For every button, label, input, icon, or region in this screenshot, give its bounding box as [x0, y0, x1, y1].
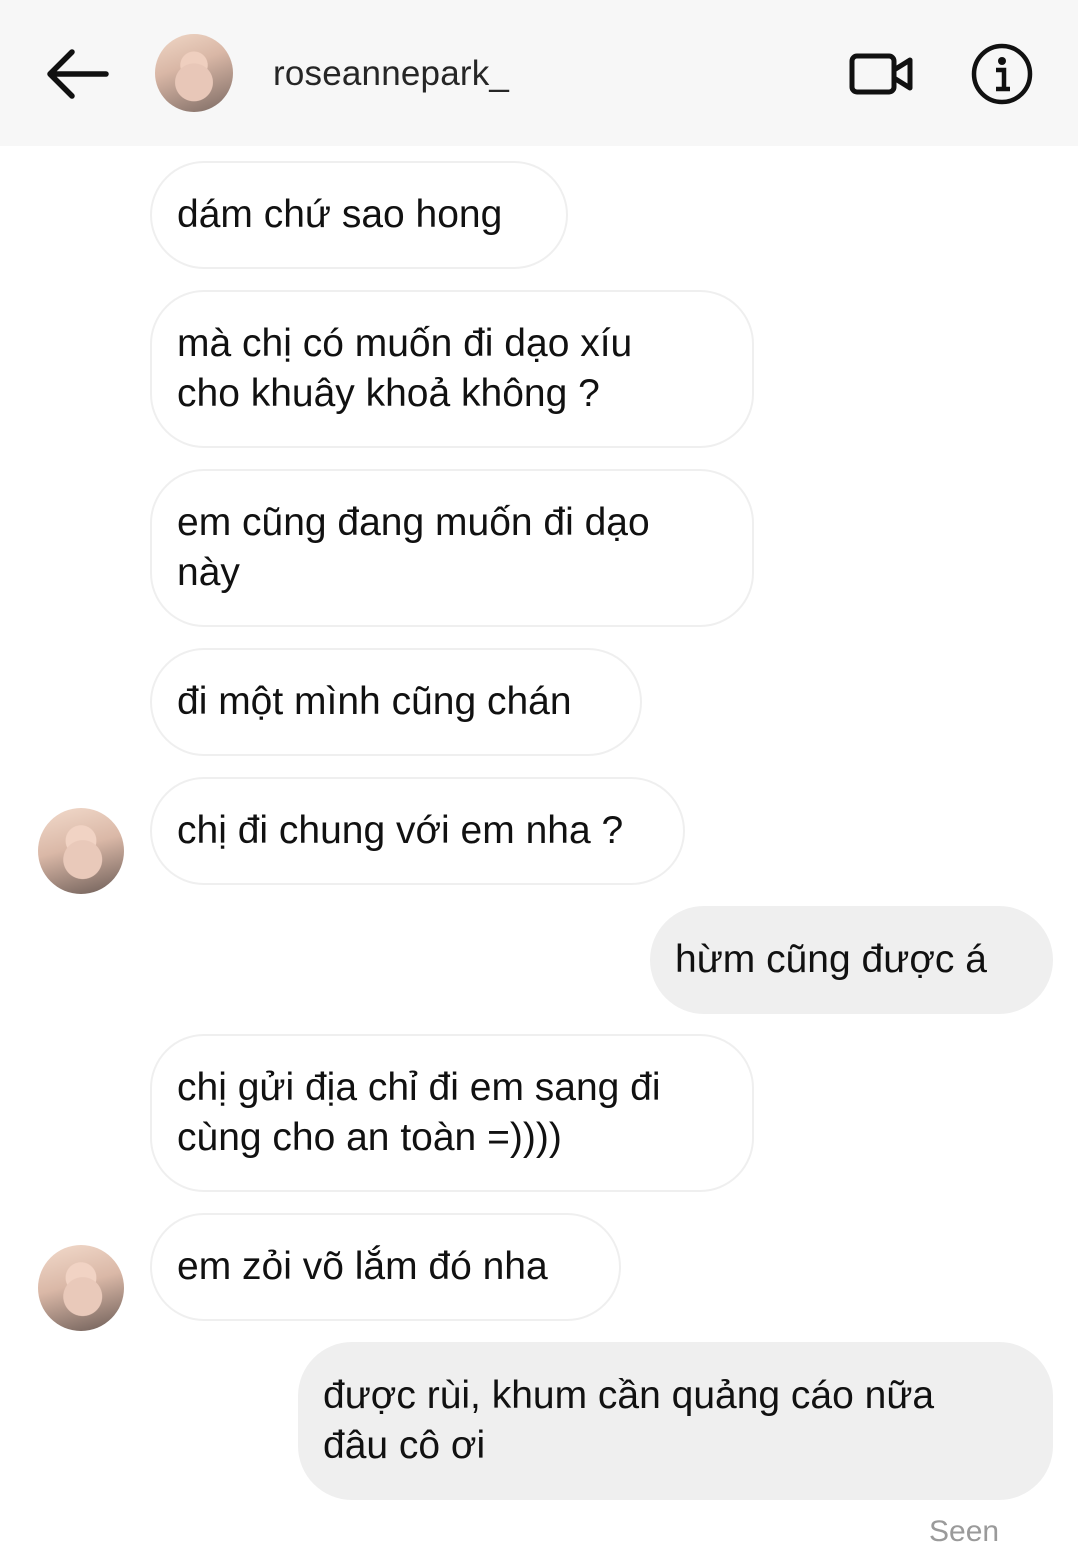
message-bubble-incoming[interactable]: chị đi chung với em nha ?: [150, 777, 685, 885]
username[interactable]: roseannepark_: [273, 54, 509, 94]
message-bubble-incoming[interactable]: em zỏi võ lắm đó nha: [150, 1213, 621, 1321]
message-bubble-incoming[interactable]: đi một mình cũng chán: [150, 648, 642, 756]
video-call-button[interactable]: [848, 48, 916, 100]
video-camera-icon: [849, 53, 913, 95]
message-bubble-outgoing[interactable]: được rùi, khum cần quảng cáo nữa đâu cô …: [298, 1342, 1053, 1500]
back-button[interactable]: [40, 44, 112, 104]
seen-status: Seen: [929, 1515, 1000, 1548]
message-bubble-incoming[interactable]: mà chị có muốn đi dạo xíu cho khuây khoả…: [150, 290, 754, 448]
message-bubble-incoming[interactable]: dám chứ sao hong: [150, 161, 568, 269]
info-circle-icon: [971, 43, 1033, 105]
profile-avatar[interactable]: [155, 34, 233, 112]
message-bubble-incoming[interactable]: chị gửi địa chỉ đi em sang đi cùng cho a…: [150, 1034, 754, 1192]
sender-avatar[interactable]: [38, 1245, 124, 1331]
sender-avatar[interactable]: [38, 808, 124, 894]
arrow-left-icon: [47, 49, 109, 99]
message-bubble-incoming[interactable]: em cũng đang muốn đi dạo này: [150, 469, 754, 627]
message-bubble-outgoing[interactable]: hừm cũng được á: [650, 906, 1053, 1014]
chat-header: roseannepark_: [0, 0, 1078, 146]
info-button[interactable]: [970, 42, 1034, 106]
